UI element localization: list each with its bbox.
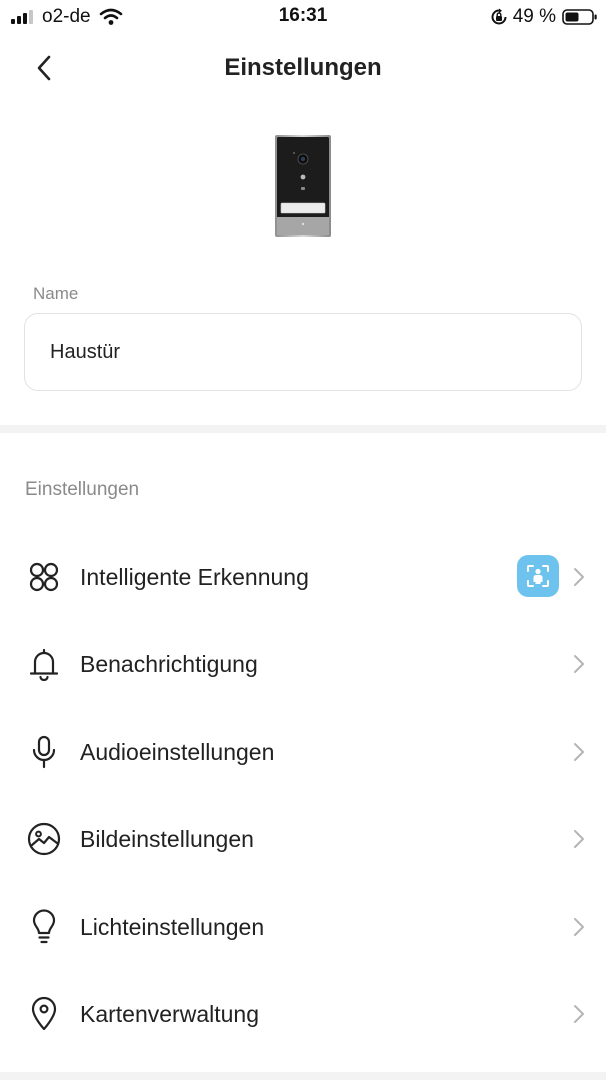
status-right: 49 % <box>490 6 598 28</box>
settings-item-label: Audioeinstellungen <box>80 739 275 765</box>
doorbell-device-image <box>275 135 331 237</box>
settings-item-label: Bildeinstellungen <box>80 826 254 852</box>
settings-item-audio[interactable]: Audioeinstellungen <box>0 712 606 792</box>
settings-section-title: Einstellungen <box>25 479 140 500</box>
bottom-divider <box>0 1072 606 1080</box>
image-icon <box>26 821 62 857</box>
settings-item-intelligent-detection[interactable]: Intelligente Erkennung <box>0 537 606 617</box>
person-detection-icon <box>527 565 549 587</box>
battery-icon <box>562 9 597 25</box>
navigation-bar: Einstellungen <box>0 34 606 100</box>
chevron-right-icon <box>574 743 584 761</box>
battery-percentage: 49 % <box>512 6 556 27</box>
chevron-right-icon <box>574 830 584 848</box>
name-input-value: Haustür <box>50 341 121 363</box>
section-divider <box>0 425 606 433</box>
lightbulb-icon <box>26 909 62 945</box>
location-pin-icon <box>26 996 62 1032</box>
settings-item-card-management[interactable]: Kartenverwaltung <box>0 974 606 1054</box>
chevron-right-icon <box>574 1005 584 1023</box>
microphone-icon <box>26 734 62 770</box>
four-circles-icon <box>26 559 62 595</box>
page-title: Einstellungen <box>224 54 382 81</box>
chevron-right-icon <box>574 655 584 673</box>
chevron-right-icon <box>574 568 584 586</box>
name-field-label: Name <box>33 284 79 303</box>
settings-item-label: Lichteinstellungen <box>80 914 265 940</box>
orientation-lock-icon <box>491 8 507 25</box>
settings-item-label: Intelligente Erkennung <box>80 564 309 590</box>
settings-item-label: Kartenverwaltung <box>80 1001 259 1027</box>
settings-item-image[interactable]: Bildeinstellungen <box>0 799 606 879</box>
status-bar: o2-de 16:31 49 % <box>0 0 606 34</box>
settings-item-notification[interactable]: Benachrichtigung <box>0 624 606 704</box>
settings-item-light[interactable]: Lichteinstellungen <box>0 887 606 967</box>
name-input[interactable]: Haustür <box>24 313 582 391</box>
bell-icon <box>26 646 62 682</box>
chevron-right-icon <box>574 918 584 936</box>
person-detection-badge <box>517 555 559 597</box>
settings-item-label: Benachrichtigung <box>80 651 258 677</box>
